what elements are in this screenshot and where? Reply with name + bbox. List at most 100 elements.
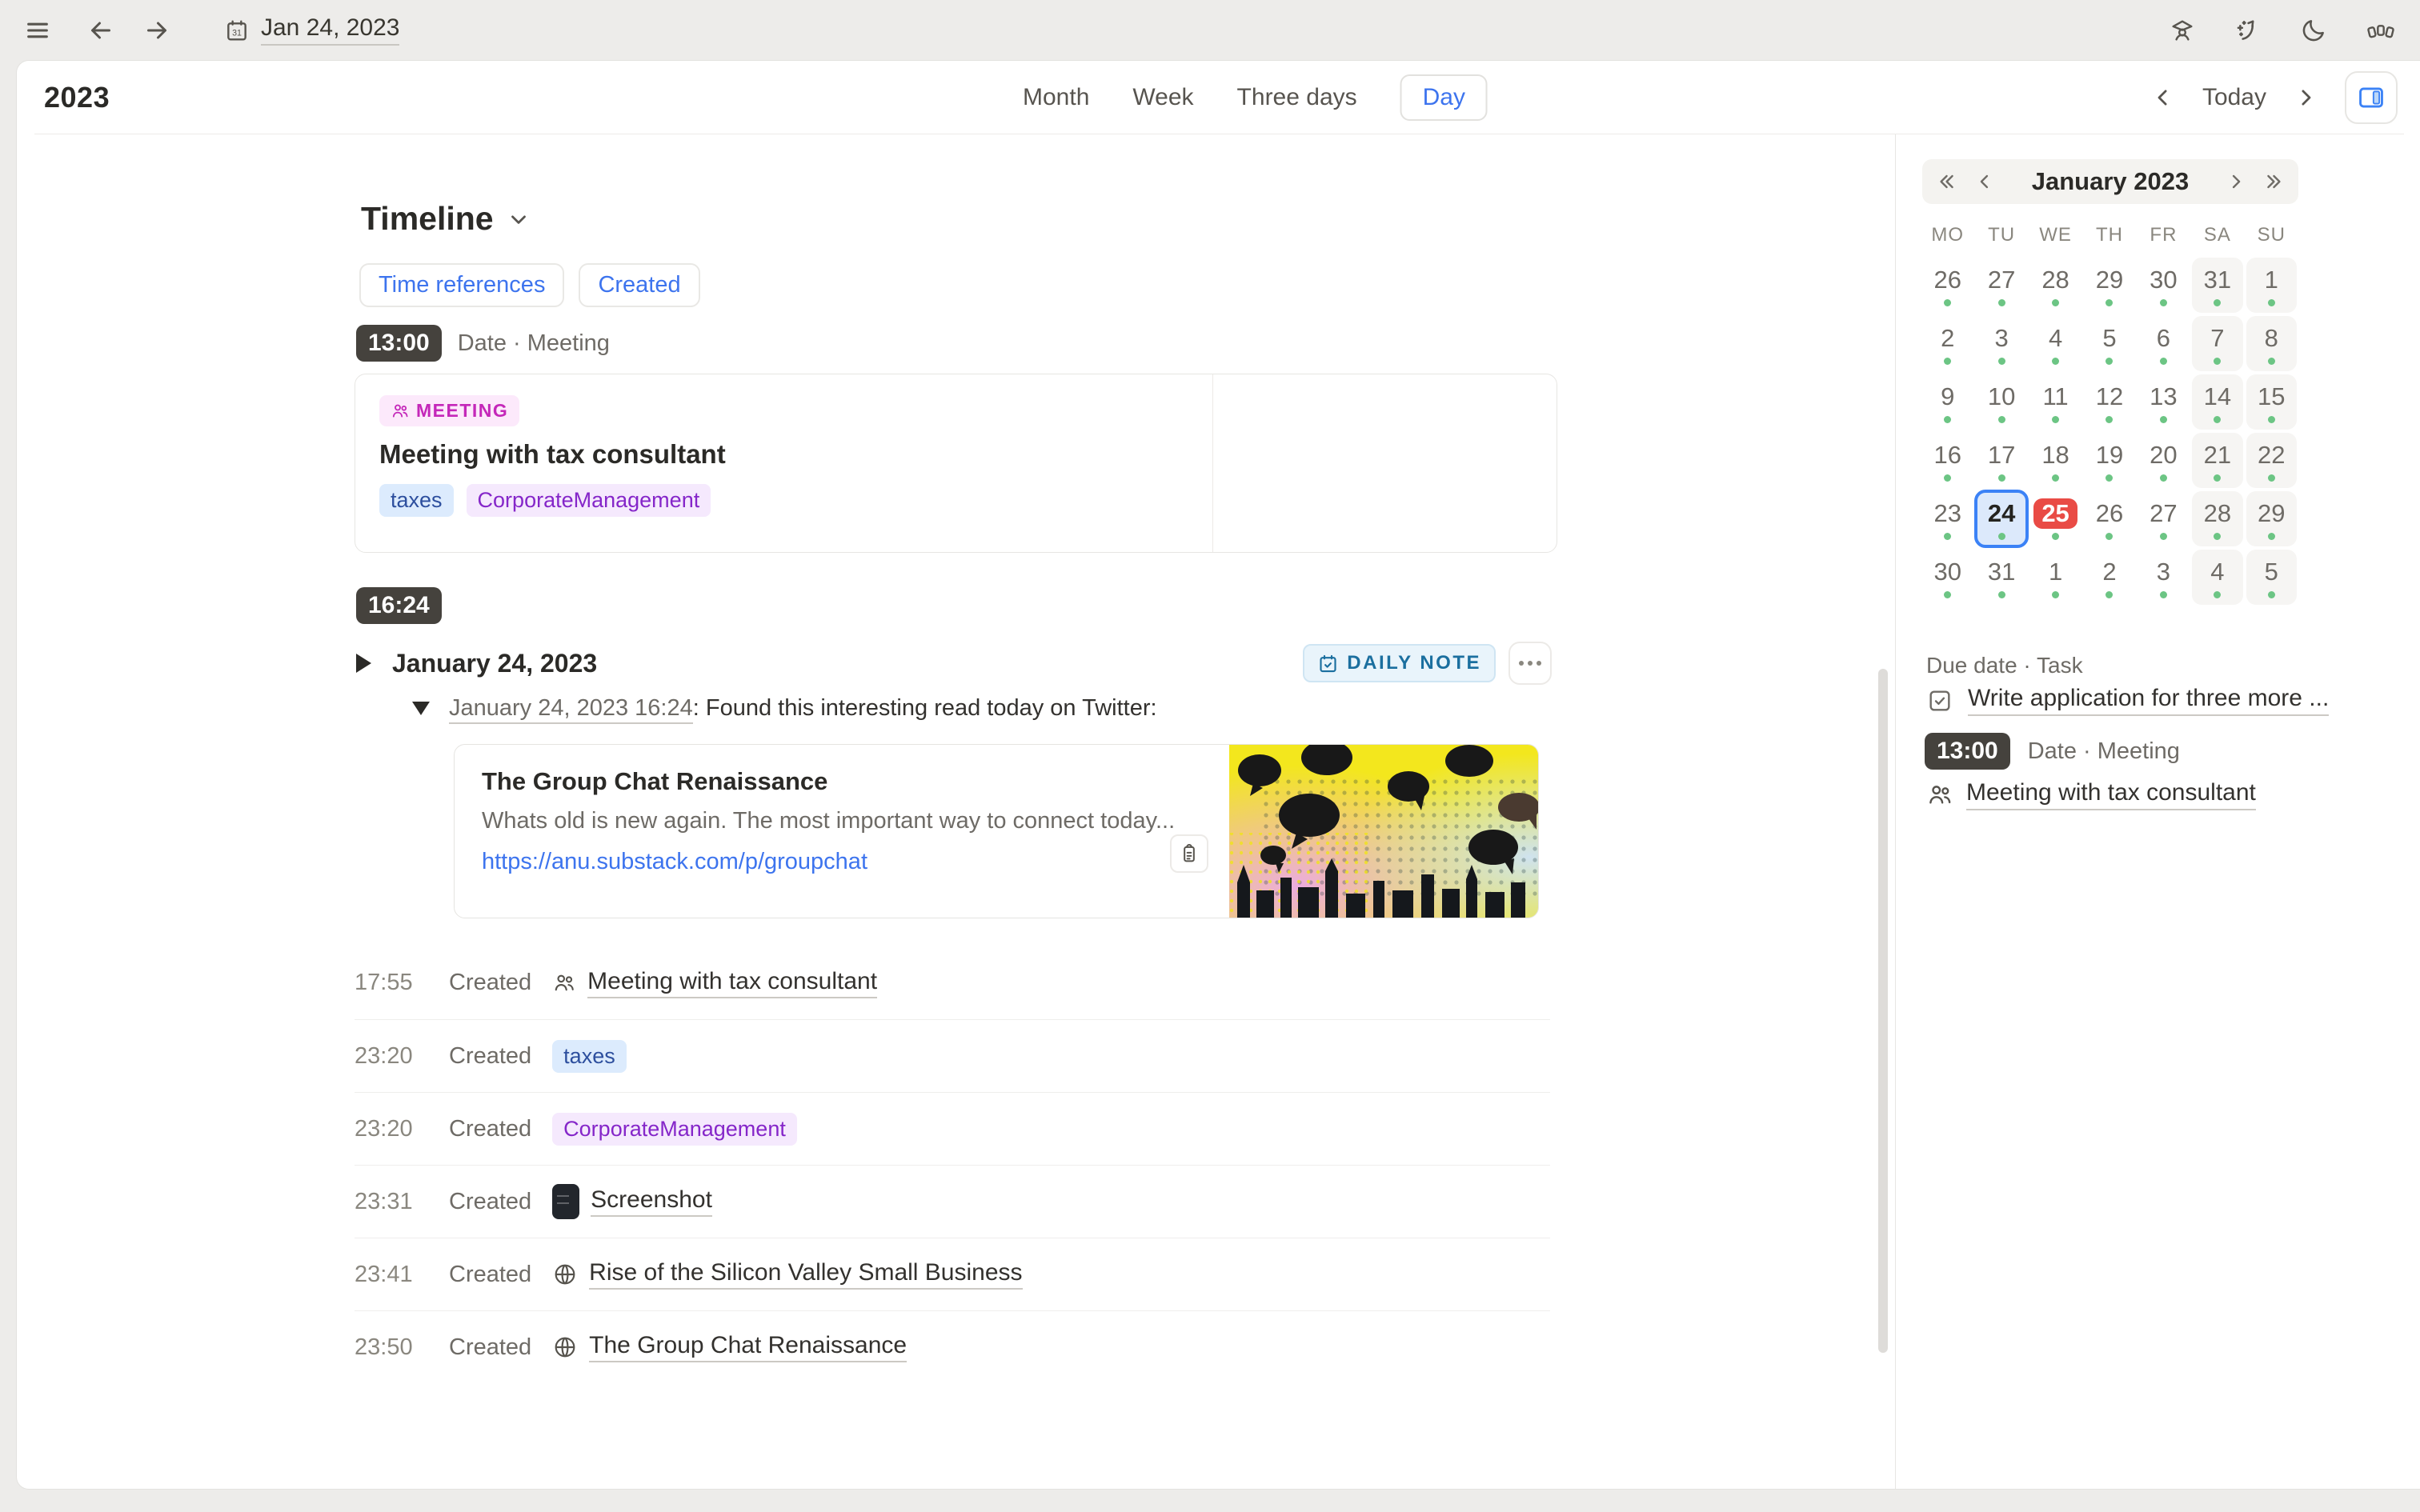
tab-month[interactable]: Month [1023,84,1089,111]
day-number: 8 [2264,323,2278,352]
calendar-day-27[interactable]: 27 [2137,490,2190,548]
daily-note-title[interactable]: January 24, 2023 [392,649,597,678]
calendar-day-11[interactable]: 11 [2029,373,2082,431]
calendar-day-6[interactable]: 6 [2137,314,2190,373]
calendar-day-2[interactable]: 2 [1921,314,1974,373]
day-number: 18 [2041,440,2069,469]
calendar-day-30[interactable]: 30 [1921,548,1974,606]
meeting-event-card[interactable]: MEETING Meeting with tax consultant taxe… [355,374,1557,553]
task-checkbox-icon[interactable] [1926,687,1953,714]
calendar-day-28[interactable]: 28 [2192,491,2243,546]
next-day-icon[interactable] [2294,86,2318,110]
filter-chip-created[interactable]: Created [579,263,700,307]
created-action-label: Created [449,1261,532,1287]
created-item-link[interactable]: Screenshot [591,1186,712,1217]
calendar-day-3[interactable]: 3 [2137,548,2190,606]
calendar-day-19[interactable]: 19 [2082,431,2136,490]
calendar-day-23[interactable]: 23 [1921,490,1974,548]
sidebar-meeting-title-link[interactable]: Meeting with tax consultant [1966,779,2256,810]
collapse-triangle-icon[interactable] [356,654,371,673]
calendar-day-4[interactable]: 4 [2029,314,2082,373]
forward-arrow-icon[interactable] [142,16,171,45]
card-stack-icon[interactable] [2366,17,2396,44]
task-title-link[interactable]: Write application for three more ... [1968,685,2330,716]
calendar-day-20[interactable]: 20 [2137,431,2190,490]
previous-day-icon[interactable] [2151,86,2175,110]
calendar-day-27[interactable]: 27 [1974,256,2028,314]
timeline-heading[interactable]: Timeline [361,200,531,238]
tab-week[interactable]: Week [1132,84,1193,111]
created-item-link[interactable]: The Group Chat Renaissance [589,1332,908,1362]
tag-taxes[interactable]: taxes [379,484,454,517]
tag-corporatemanagement[interactable]: CorporateManagement [552,1112,797,1146]
expand-triangle-icon[interactable] [412,702,430,715]
calendar-day-31[interactable]: 31 [1974,548,2028,606]
calendar-day-28[interactable]: 28 [2029,256,2082,314]
previous-month-icon[interactable] [1973,170,1996,193]
event-dot [2267,474,2275,482]
event-dot [2105,298,2113,306]
filter-chip-time-references[interactable]: Time references [359,263,565,307]
event-dot [1997,474,2005,482]
event-dot [2214,590,2222,598]
calendar-day-17[interactable]: 17 [1974,431,2028,490]
people-icon [391,402,410,421]
tab-three-days[interactable]: Three days [1237,84,1357,111]
calendar-day-9[interactable]: 9 [1921,373,1974,431]
calendar-day-14[interactable]: 14 [2192,374,2243,430]
tag-corporatemanagement[interactable]: CorporateManagement [466,484,711,517]
scrollbar-thumb[interactable] [1878,669,1888,1353]
link-card-url[interactable]: https://anu.substack.com/p/groupchat [482,849,1202,875]
calendar-day-5[interactable]: 5 [2246,550,2297,605]
tag-taxes[interactable]: taxes [552,1039,627,1073]
calendar-day-12[interactable]: 12 [2082,373,2136,431]
calendar-day-29[interactable]: 29 [2246,491,2297,546]
calendar-day-24[interactable]: 24 [1974,490,2029,548]
tab-day[interactable]: Day [1400,74,1488,121]
calendar-day-26[interactable]: 26 [1921,256,1974,314]
calendar-day-1[interactable]: 1 [2246,258,2297,313]
calendar-day-18[interactable]: 18 [2029,431,2082,490]
next-year-icon[interactable] [2263,170,2286,193]
calendar-day-10[interactable]: 10 [1974,373,2028,431]
link-preview-card[interactable]: The Group Chat Renaissance Whats old is … [454,744,1539,918]
calendar-day-4[interactable]: 4 [2192,550,2243,605]
day-number: 19 [2095,440,2124,469]
event-dot [2214,357,2222,365]
more-options-button[interactable] [1508,642,1552,685]
event-dot [1944,298,1952,306]
calendar-day-13[interactable]: 13 [2137,373,2190,431]
calendar-day-30[interactable]: 30 [2137,256,2190,314]
sidebar-toggle-button[interactable] [2345,70,2398,124]
created-item-link[interactable]: Meeting with tax consultant [587,968,878,998]
academy-icon[interactable] [2169,17,2196,44]
calendar-day-2[interactable]: 2 [2082,548,2136,606]
calendar-day-15[interactable]: 15 [2246,374,2297,430]
previous-year-icon[interactable] [1935,170,1957,193]
menu-icon[interactable] [24,17,51,44]
ai-sparkle-arrow-icon[interactable] [2234,17,2262,44]
created-item-link[interactable]: Rise of the Silicon Valley Small Busines… [589,1259,1023,1290]
today-button[interactable]: Today [2202,84,2266,111]
svg-text:31: 31 [232,28,242,38]
calendar-day-5[interactable]: 5 [2082,314,2136,373]
dark-mode-moon-icon[interactable] [2300,17,2327,44]
calendar-day-3[interactable]: 3 [1974,314,2028,373]
meeting-type-badge: MEETING [379,395,520,426]
calendar-day-26[interactable]: 26 [2082,490,2136,548]
calendar-day-7[interactable]: 7 [2192,316,2243,371]
calendar-day-1[interactable]: 1 [2029,548,2082,606]
timestamp-link[interactable]: January 24, 2023 16:24 [449,695,693,724]
calendar-day-22[interactable]: 22 [2246,433,2297,488]
created-row: 23:20 Created taxes [355,1019,1550,1092]
current-date-button[interactable]: 31 Jan 24, 2023 [224,14,400,46]
back-arrow-icon[interactable] [86,16,115,45]
calendar-day-25[interactable]: 25 [2029,490,2082,548]
calendar-day-31[interactable]: 31 [2192,258,2243,313]
calendar-day-29[interactable]: 29 [2082,256,2136,314]
calendar-day-21[interactable]: 21 [2192,433,2243,488]
copy-link-button[interactable] [1170,834,1208,873]
next-month-icon[interactable] [2225,170,2247,193]
calendar-day-16[interactable]: 16 [1921,431,1974,490]
calendar-day-8[interactable]: 8 [2246,316,2297,371]
